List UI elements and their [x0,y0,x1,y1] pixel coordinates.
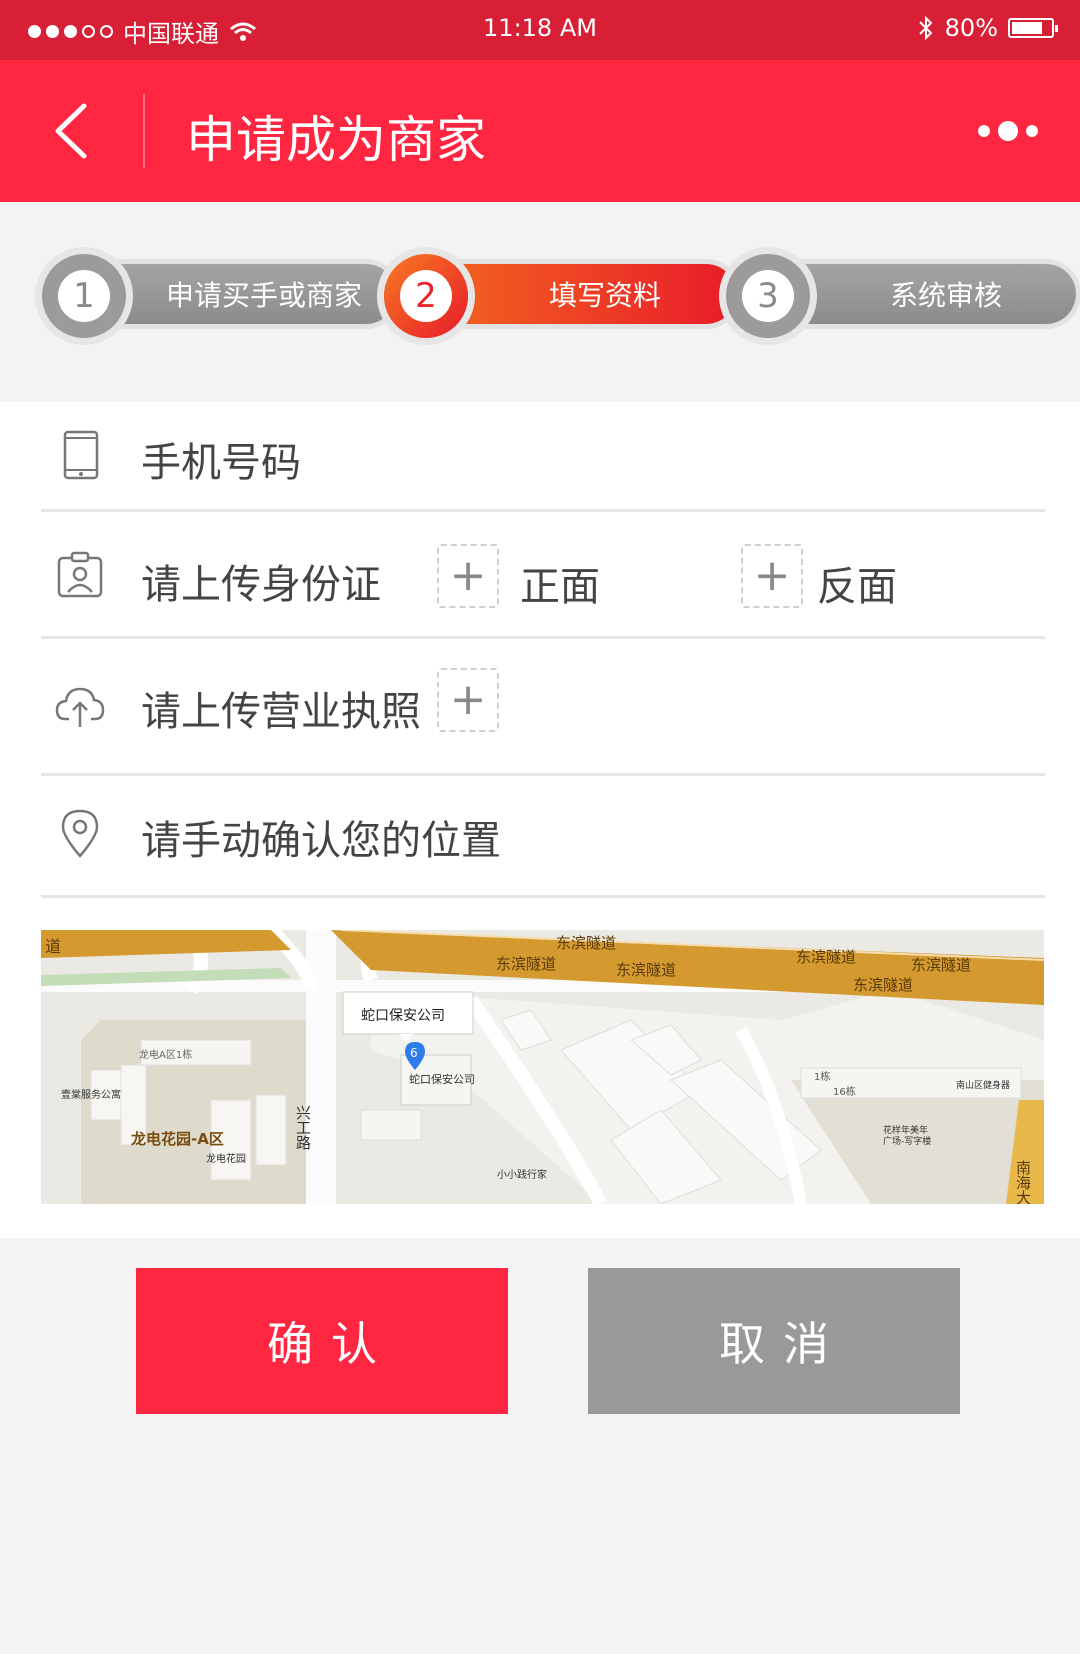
location-pin-icon [61,809,99,858]
id-front-label: 正面 [520,564,600,610]
cloud-upload-icon [55,687,105,727]
plus-icon: + [449,674,487,725]
id-card-icon [57,551,103,598]
id-front-upload-button[interactable]: + [437,544,499,608]
more-dots-icon [978,125,990,137]
location-map[interactable]: 道 东滨隧道 东滨隧道 东滨隧道 东滨隧道 东滨隧道 东滨隧道 蛇口保安公司 6… [41,930,1044,1204]
application-form: 手机号码 请上传身份证 + 正面 + 反面 请上传营业执照 + 请手动确认您的位… [0,402,1080,1238]
map-poi-label: 壹棠服务公寓 [61,1088,121,1101]
plus-icon: + [449,550,487,601]
location-row[interactable]: 请手动确认您的位置 [41,776,1045,898]
map-poi-label: 南山区健身器 [956,1079,1010,1091]
plus-icon: + [753,550,791,601]
step-2-number: 2 [400,270,452,322]
step-2-label: 填写资料 [548,279,661,312]
map-poi-label: 广场-写字楼 [883,1135,931,1147]
confirm-button[interactable]: 确认 [136,1268,508,1414]
location-label: 请手动确认您的位置 [141,818,501,864]
id-card-row: 请上传身份证 + 正面 + 反面 [41,512,1045,639]
page-title: 申请成为商家 [186,111,486,169]
step-1-label: 申请买手或商家 [165,279,362,312]
step-3-circle: 3 [726,254,810,338]
step-2-circle: 2 [384,254,468,338]
map-road-label: 南海大 [1014,1160,1032,1204]
map-poi-label: 16栋 [833,1085,856,1098]
id-back-upload-button[interactable]: + [741,544,803,608]
id-back-label: 反面 [817,564,897,610]
map-label-tunnel: 东滨隧道 [616,961,676,979]
status-bar: 中国联通 11:18 AM 80% [0,0,1080,60]
map-label-road: 道 [45,937,61,956]
step-3-label: 系统审核 [889,279,1002,312]
map-poi-label: 小小践行家 [497,1168,547,1181]
more-button[interactable] [978,116,1038,146]
license-row: 请上传营业执照 + [41,639,1045,776]
cancel-button[interactable]: 取消 [588,1268,960,1414]
phone-icon [63,430,99,480]
map-poi-label: 花样年美年 [883,1124,928,1136]
step-1-circle: 1 [42,254,126,338]
battery-percent: 80% [944,14,998,42]
map-road-label: 兴工路 [294,1105,312,1150]
battery-icon [1008,18,1058,38]
step-3-number: 3 [742,270,794,322]
map-label-tunnel: 东滨隧道 [496,955,556,973]
phone-label: 手机号码 [141,440,301,486]
bluetooth-icon [918,15,933,41]
map-poi-label: 1栋 [814,1070,830,1083]
map-poi-label: 龙电A区1栋 [139,1048,192,1061]
map-label-tunnel: 东滨隧道 [556,934,616,952]
progress-steps: 申请买手或商家 1 填写资料 2 系统审核 3 [0,202,1080,402]
nav-divider [143,94,145,168]
map-callout-label: 蛇口保安公司 [361,1008,445,1024]
map-poi-label: 蛇口保安公司 [409,1072,475,1086]
map-label-tunnel: 东滨隧道 [796,948,856,966]
step-1-number: 1 [58,270,110,322]
phone-row[interactable]: 手机号码 [41,402,1045,512]
map-poi-label: 龙电花园 [206,1152,246,1165]
map-poi-label: 龙电花园-A区 [130,1130,224,1148]
license-label: 请上传营业执照 [141,689,421,735]
id-card-label: 请上传身份证 [141,562,381,608]
back-button[interactable] [40,96,110,166]
status-right: 80% [917,14,1058,42]
chevron-left-icon [55,103,87,159]
license-upload-button[interactable]: + [437,668,499,732]
map-marker-number: 6 [410,1046,418,1060]
map-label-tunnel: 东滨隧道 [911,956,971,974]
map-label-tunnel: 东滨隧道 [853,976,913,994]
nav-bar: 申请成为商家 [0,60,1080,202]
